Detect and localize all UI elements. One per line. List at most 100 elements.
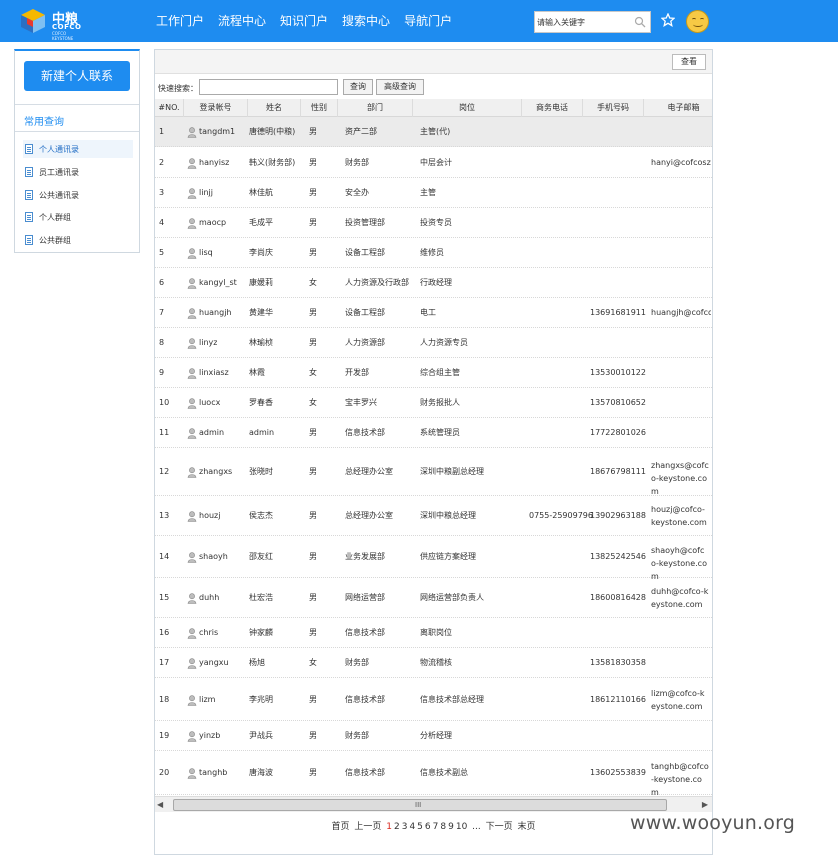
col-email: tanghb@cofco-keystone.com <box>651 762 709 797</box>
col-name: 林霞 <box>249 368 265 377</box>
table-row[interactable]: 5 lisq 李尚庆 男 设备工程部 维修员 <box>155 238 712 268</box>
search-icon[interactable] <box>634 16 646 28</box>
col-mobile: 18676798111 <box>590 467 646 476</box>
panel-toolbar: 查看 <box>155 50 712 74</box>
global-search-input[interactable] <box>537 15 629 29</box>
pager-first[interactable]: 首页 <box>331 822 349 832</box>
column-header-phone[interactable]: 商务电话 <box>522 99 583 117</box>
nav-search-center[interactable]: 搜索中心 <box>342 0 390 42</box>
col-dept: 网络运营部 <box>345 593 385 602</box>
table-row[interactable]: 10 luocx 罗春香 女 宝丰罗兴 财务报批人 13570810652 <box>155 388 712 418</box>
address-book-icon <box>25 235 33 245</box>
pager-page-6[interactable]: 6 <box>425 822 431 832</box>
col-name: 杜宏浩 <box>249 593 273 602</box>
col-dept: 设备工程部 <box>345 248 385 257</box>
nav-navigation-portal[interactable]: 导航门户 <box>404 0 452 42</box>
pager-page-3[interactable]: 3 <box>402 822 408 832</box>
column-header-dept[interactable]: 部门 <box>338 99 413 117</box>
col-no: 17 <box>159 658 170 667</box>
user-icon <box>187 308 197 319</box>
pager-prev[interactable]: 上一页 <box>354 822 381 832</box>
pager-page-10[interactable]: 10 <box>456 822 467 832</box>
user-icon <box>187 338 197 349</box>
table-row[interactable]: 18 lizm 李兆明 男 信息技术部 信息技术部总经理 18612110166 lizm@c… <box>155 678 712 721</box>
col-dept: 信息技术部 <box>345 628 385 637</box>
table-row[interactable]: 3 linjj 林佳航 男 安全办 主管 <box>155 178 712 208</box>
pager-page-5[interactable]: 5 <box>417 822 423 832</box>
sidebar-item-public-contacts[interactable]: 公共通讯录 <box>23 186 133 204</box>
sidebar-item-label: 公共群组 <box>39 236 71 245</box>
quick-search-input[interactable] <box>199 79 338 95</box>
scrollbar-thumb[interactable]: III <box>173 799 667 811</box>
pager-page-8[interactable]: 8 <box>440 822 446 832</box>
pager-next[interactable]: 下一页 <box>486 822 513 832</box>
table-row[interactable]: 4 maocp 毛成平 男 投资管理部 投资专员 <box>155 208 712 238</box>
table-row[interactable]: 8 linyz 林瑜桢 男 人力资源部 人力资源专员 <box>155 328 712 358</box>
pager-last[interactable]: 末页 <box>518 822 536 832</box>
advanced-search-button[interactable]: 高级查询 <box>376 79 424 95</box>
table-row[interactable]: 13 houzj 侯志杰 男 总经理办公室 深圳中粮总经理 0755-25909796 139… <box>155 496 712 536</box>
table-row[interactable]: 12 zhangxs 张晓时 男 总经理办公室 深圳中粮副总经理 18676798111 zh… <box>155 448 712 496</box>
pager-page-4[interactable]: 4 <box>409 822 415 832</box>
search-button[interactable]: 查询 <box>343 79 373 95</box>
col-account: chris <box>199 628 219 637</box>
table-row[interactable]: 14 shaoyh 邵友红男业务发展部 供应链方案经理 13825242546 shaoy… <box>155 536 712 581</box>
cofco-logo[interactable]: 中粮 COFCO COFCO KEYSTONE <box>18 6 81 41</box>
contacts-panel: 查看 快速搜索： 查询 高级查询 #NO. 登录帐号 姓名 性别 部门 岗位 商务电话 手机号… <box>154 49 713 855</box>
col-no: 9 <box>159 368 165 377</box>
pager-page-1[interactable]: 1 <box>386 822 392 832</box>
col-name: 钟家麟 <box>249 628 273 637</box>
table-row[interactable]: 15 duhh 杜宏浩 男 网络运营部 网络运营部负责人 18600816428 duhh@c… <box>155 578 712 618</box>
sidebar-item-personal-contacts[interactable]: 个人通讯录 <box>23 140 133 158</box>
col-mobile: 17722801026 <box>590 428 646 437</box>
column-header-name[interactable]: 姓名 <box>248 99 301 117</box>
view-button[interactable]: 查看 <box>672 54 706 70</box>
pager-page-7[interactable]: 7 <box>433 822 439 832</box>
column-header-mobile[interactable]: 手机号码 <box>583 99 644 117</box>
column-header-account[interactable]: 登录帐号 <box>184 99 248 117</box>
col-dept: 资产二部 <box>345 127 377 136</box>
table-row[interactable]: 19 yinzb 尹战兵 男 财务部 分析经理 <box>155 721 712 751</box>
pager-page-9[interactable]: 9 <box>448 822 454 832</box>
table-row[interactable]: 1 tangdm1 唐德明(中粮) 男 资产二部 主管(代) <box>155 117 712 147</box>
sidebar-item-employee-contacts[interactable]: 员工通讯录 <box>23 163 133 181</box>
sidebar-item-personal-groups[interactable]: 个人群组 <box>23 208 133 226</box>
table-row[interactable]: 6 kangyl_st 康媛莉 女 人力资源及行政部 行政经理 <box>155 268 712 298</box>
col-no: 14 <box>159 552 170 561</box>
table-row[interactable]: 20 tanghb 唐海波 男 信息技术部 信息技术副总 13602553839 tanghb… <box>155 751 712 797</box>
nav-work-portal[interactable]: 工作门户 <box>156 0 204 42</box>
user-icon <box>187 511 197 522</box>
col-account: admin <box>199 428 225 437</box>
sidebar-item-public-groups[interactable]: 公共群组 <box>23 231 133 249</box>
col-mobile: 13902963188 <box>590 511 646 520</box>
column-header-no[interactable]: #NO. <box>155 99 184 117</box>
col-no: 2 <box>159 157 165 167</box>
column-header-gender[interactable]: 性别 <box>301 99 338 117</box>
table-row[interactable]: 11 admin admin 男 信息技术部 系统管理员 17722801026 <box>155 418 712 448</box>
column-header-post[interactable]: 岗位 <box>413 99 522 117</box>
scroll-right-icon[interactable]: ▶ <box>702 800 708 809</box>
col-gender: 男 <box>309 768 317 777</box>
favorite-star-icon[interactable] <box>661 13 675 27</box>
scroll-left-icon[interactable]: ◀ <box>157 800 163 809</box>
col-dept: 人力资源及行政部 <box>345 278 409 287</box>
col-mobile: 13602553839 <box>590 768 646 777</box>
user-icon <box>187 628 197 639</box>
table-row[interactable]: 9 linxiasz 林霞 女 开发部 综合组主管 13530010122 <box>155 358 712 388</box>
table-row[interactable]: 16 chris 钟家麟 男 信息技术部 离职岗位 <box>155 618 712 648</box>
col-no: 15 <box>159 593 170 602</box>
user-avatar[interactable] <box>686 10 709 33</box>
horizontal-scrollbar[interactable]: ◀ III ▶ <box>155 796 712 812</box>
col-no: 3 <box>159 188 165 197</box>
new-contact-button[interactable]: 新建个人联系 <box>24 61 130 91</box>
avatar-eye-left <box>692 18 696 21</box>
brand-subtitle: COFCO KEYSTONE <box>52 31 74 41</box>
table-row[interactable]: 17 yangxu 杨旭 女 财务部 物流稽核 13581830358 <box>155 648 712 678</box>
nav-knowledge-portal[interactable]: 知识门户 <box>280 0 328 42</box>
table-row[interactable]: 2 hanyisz 韩义(财务部) 男 财务部 中层会计 hanyi@cofcosz.c <box>155 147 712 178</box>
column-header-email[interactable]: 电子邮箱 <box>644 99 712 117</box>
nav-process-center[interactable]: 流程中心 <box>218 0 266 42</box>
table-row[interactable]: 7 huangjh 黄建华 男 设备工程部 电工 13691681911 huangjh@co… <box>155 298 712 328</box>
pager-page-2[interactable]: 2 <box>394 822 400 832</box>
main-nav: 工作门户 流程中心 知识门户 搜索中心 导航门户 <box>156 0 466 42</box>
